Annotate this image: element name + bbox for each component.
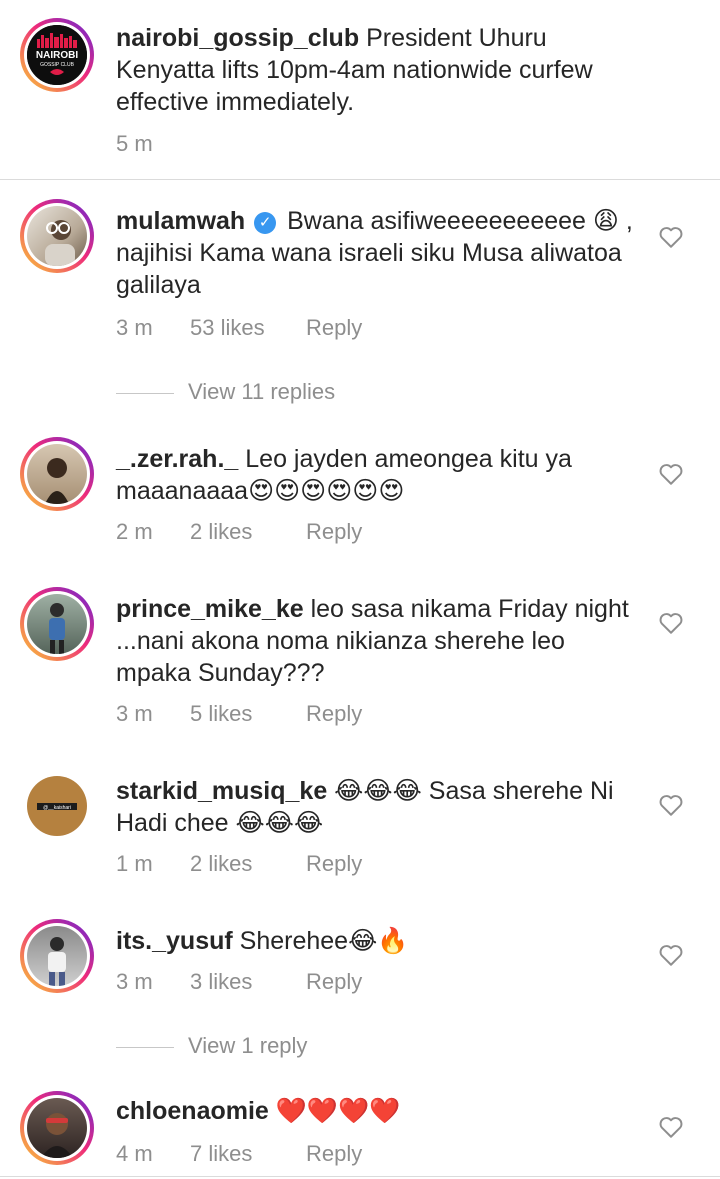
logo-line2: GOSSIP CLUB	[40, 62, 74, 68]
avatar[interactable]	[20, 437, 94, 511]
comment-body-part1: Bwana asifiweeeeeeeeeee	[287, 207, 586, 235]
comment-username[interactable]: chloenaomie	[116, 1097, 269, 1125]
laughing-emoji: 😂😂😂	[235, 809, 324, 837]
comment-text: prince_mike_ke leo sasa nikama Friday ni…	[116, 593, 636, 689]
comment-text: chloenaomie ❤️❤️❤️❤️	[116, 1095, 636, 1127]
avatar-photo	[27, 444, 87, 504]
view-replies-button[interactable]: View 11 replies	[116, 379, 335, 405]
comment-username[interactable]: its._yusuf	[116, 927, 233, 955]
avatar[interactable]	[20, 919, 94, 993]
bottom-divider	[0, 1176, 720, 1177]
reply-button[interactable]: Reply	[306, 1141, 362, 1167]
weary-face-emoji: 😩	[592, 207, 619, 235]
red-heart-emoji: ❤️❤️❤️❤️	[275, 1097, 401, 1125]
avatar-photo	[27, 926, 87, 986]
view-replies-label: View 11 replies	[188, 379, 336, 404]
comment-username[interactable]: mulamwah	[116, 207, 245, 235]
logo-line1: NAIROBI	[36, 50, 78, 61]
comment-text: mulamwah ✓ Bwana asifiweeeeeeeeeee 😩 , n…	[116, 205, 636, 301]
caption-text: nairobi_gossip_club President Uhuru Keny…	[116, 22, 636, 118]
nairobi-gossip-club-logo: NAIROBI GOSSIP CLUB	[27, 25, 87, 85]
caption-avatar[interactable]: NAIROBI GOSSIP CLUB	[20, 18, 94, 92]
heart-outline-icon[interactable]	[658, 1115, 684, 1139]
verified-badge-icon: ✓	[254, 212, 277, 234]
comment-time: 3 m	[116, 701, 153, 726]
comment-likes[interactable]: 7 likes	[190, 1141, 306, 1167]
comment-meta: 1 m 2 likes Reply	[116, 851, 362, 877]
replies-line	[116, 392, 174, 394]
comment-username[interactable]: starkid_musiq_ke	[116, 777, 327, 805]
avatar-photo: @__kaishari	[27, 776, 87, 836]
comment-text: _.zer.rah._ Leo jayden ameongea kitu ya …	[116, 443, 636, 507]
heart-eyes-emoji: 😍😍😍😍😍😍	[248, 477, 405, 505]
heart-outline-icon[interactable]	[658, 462, 684, 486]
caption-time: 5 m	[116, 131, 153, 156]
reply-button[interactable]: Reply	[306, 701, 362, 727]
view-replies-button[interactable]: View 1 reply	[116, 1033, 307, 1059]
comment-meta: 2 m 2 likes Reply	[116, 519, 362, 545]
heart-outline-icon[interactable]	[658, 225, 684, 249]
avatar-photo	[27, 206, 87, 266]
laughing-fire-emoji: 😂🔥	[348, 927, 409, 955]
avatar-photo	[27, 594, 87, 654]
view-replies-label: View 1 reply	[188, 1033, 308, 1058]
comment-time: 3 m	[116, 969, 153, 994]
heart-outline-icon[interactable]	[658, 793, 684, 817]
laughing-emoji: 😂😂😂	[334, 777, 422, 805]
comment-time: 1 m	[116, 851, 153, 876]
reply-button[interactable]: Reply	[306, 969, 362, 995]
heart-outline-icon[interactable]	[658, 943, 684, 967]
comment-likes[interactable]: 53 likes	[190, 315, 306, 341]
comment-likes[interactable]: 2 likes	[190, 519, 306, 545]
reply-button[interactable]: Reply	[306, 519, 362, 545]
comment-likes[interactable]: 2 likes	[190, 851, 306, 877]
comment-likes[interactable]: 3 likes	[190, 969, 306, 995]
avatar[interactable]	[20, 199, 94, 273]
avatar[interactable]	[20, 587, 94, 661]
avatar-photo	[27, 1098, 87, 1158]
heart-outline-icon[interactable]	[658, 611, 684, 635]
comment-text: starkid_musiq_ke 😂😂😂 Sasa sherehe Ni Had…	[116, 775, 636, 839]
comment-time: 2 m	[116, 519, 153, 544]
comment-time: 4 m	[116, 1141, 153, 1166]
reply-button[interactable]: Reply	[306, 851, 362, 877]
caption-divider	[0, 179, 720, 180]
comment-username[interactable]: prince_mike_ke	[116, 595, 304, 623]
reply-button[interactable]: Reply	[306, 315, 362, 341]
comment-time: 3 m	[116, 315, 153, 340]
comment-text: its._yusuf Sherehee😂🔥	[116, 925, 636, 957]
post-caption: NAIROBI GOSSIP CLUB nairobi_gossip_club …	[0, 0, 720, 180]
comment-meta: 3 m 3 likes Reply	[116, 969, 362, 995]
caption-username[interactable]: nairobi_gossip_club	[116, 24, 359, 52]
caption-meta: 5 m	[116, 131, 153, 157]
comment-meta: 3 m 53 likes Reply	[116, 315, 362, 341]
replies-line	[116, 1046, 174, 1048]
comment-username[interactable]: _.zer.rah._	[116, 445, 238, 473]
avatar[interactable]	[20, 1091, 94, 1165]
comment-likes[interactable]: 5 likes	[190, 701, 306, 727]
comment-meta: 3 m 5 likes Reply	[116, 701, 362, 727]
comment-body: Sherehee	[239, 927, 349, 955]
comment-meta: 4 m 7 likes Reply	[116, 1141, 362, 1167]
avatar[interactable]: @__kaishari	[20, 769, 94, 843]
avatar-handle-text: @__kaishari	[43, 805, 71, 811]
